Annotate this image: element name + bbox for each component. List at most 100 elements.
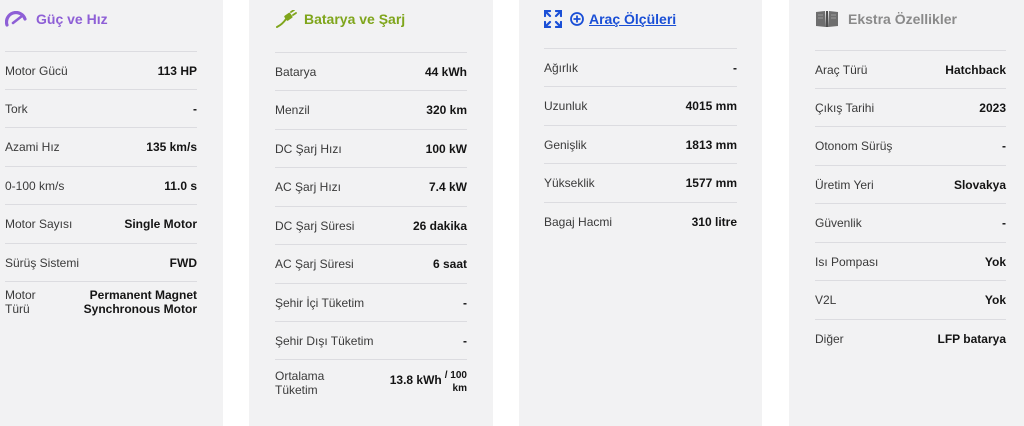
spec-label: Sürüş Sistemi (5, 255, 80, 270)
spec-label: Üretim Yeri (815, 177, 874, 192)
plus-circle-icon[interactable] (570, 12, 584, 26)
spec-label: Motor Sayısı (5, 216, 73, 231)
spec-value: 113 HP (157, 63, 197, 78)
spec-value: 11.0 s (164, 178, 197, 193)
battery-charging-card: Batarya ve Şarj Batarya 44 kWh Menzil 32… (249, 0, 493, 426)
spec-value: 4015 mm (685, 98, 737, 113)
spec-value: 44 kWh (424, 64, 467, 79)
spec-row-drive-system: Sürüş Sistemi FWD (5, 243, 197, 281)
spec-value: 310 litre (691, 214, 737, 229)
spec-row-production-place: Üretim Yeri Slovakya (815, 165, 1006, 203)
spec-value: 100 kW (425, 141, 467, 156)
power-speed-card: Güç ve Hız Motor Gücü 113 HP Tork - Azam… (0, 0, 223, 426)
spec-value: Yok (984, 292, 1006, 307)
spec-value: 135 km/s (146, 139, 197, 154)
spec-value: Yok (984, 254, 1006, 269)
spec-value: - (463, 295, 467, 310)
spec-value-line: Synchronous Motor (83, 301, 197, 316)
expand-arrows-icon (543, 9, 563, 29)
spec-row-vehicle-type: Araç Türü Hatchback (815, 50, 1006, 88)
spec-row-city-consumption: Şehir İçi Tüketim - (275, 283, 467, 321)
spec-row-range: Menzil 320 km (275, 90, 467, 128)
spec-value: 13.8 kWh / 100 km (390, 370, 467, 396)
spec-label: Tork (5, 101, 28, 116)
spec-value: 1813 mm (685, 137, 737, 152)
spec-value: Slovakya (953, 177, 1006, 192)
spec-label: Ortalama Tüketim (275, 369, 324, 397)
spec-row-other: Diğer LFP batarya (815, 319, 1006, 357)
spec-value: - (193, 101, 197, 116)
spec-row-top-speed: Azami Hız 135 km/s (5, 127, 197, 165)
spec-value: 2023 (979, 100, 1006, 115)
spec-value: - (1002, 215, 1006, 230)
spec-row-motor-count: Motor Sayısı Single Motor (5, 204, 197, 242)
spec-label: Yükseklik (544, 175, 595, 190)
spec-row-weight: Ağırlık - (544, 48, 737, 86)
spec-row-highway-consumption: Şehir Dışı Tüketim - (275, 321, 467, 359)
spec-value-line: Permanent Magnet (89, 287, 197, 302)
spec-value: - (463, 333, 467, 348)
spec-value-unit-top: / 100 (444, 369, 467, 381)
spec-row-trunk-volume: Bagaj Hacmi 310 litre (544, 202, 737, 240)
spec-row-ac-charge-rate: AC Şarj Hızı 7.4 kW (275, 167, 467, 205)
spec-label: Diğer (815, 331, 844, 346)
spec-value-unit: / 100 km (445, 370, 467, 396)
spec-row-release-date: Çıkış Tarihi 2023 (815, 88, 1006, 126)
speedometer-icon (4, 10, 27, 27)
spec-row-torque: Tork - (5, 89, 197, 127)
spec-label: Isı Pompası (815, 254, 879, 269)
spec-label: Azami Hız (5, 139, 60, 154)
spec-row-dc-charge-rate: DC Şarj Hızı 100 kW (275, 129, 467, 167)
spec-label: Uzunluk (544, 98, 588, 113)
spec-row-v2l: V2L Yok (815, 280, 1006, 318)
card-header: Araç Ölçüleri (543, 0, 762, 38)
spec-row-length: Uzunluk 4015 mm (544, 86, 737, 124)
spec-label: Şehir İçi Tüketim (275, 295, 365, 310)
spec-value: 320 km (426, 102, 467, 117)
spec-label: DC Şarj Süresi (275, 218, 355, 233)
spec-label: Otonom Sürüş (815, 138, 893, 153)
spec-value: FWD (169, 255, 197, 270)
spec-label: AC Şarj Hızı (275, 179, 342, 194)
spec-label: Çıkış Tarihi (815, 100, 875, 115)
spec-value: - (1002, 138, 1006, 153)
spec-value: 26 dakika (412, 218, 467, 233)
spec-value: Permanent Magnet Synchronous Motor (84, 288, 197, 316)
spec-value: LFP batarya (937, 331, 1006, 346)
spec-row-dc-charge-time: DC Şarj Süresi 26 dakika (275, 206, 467, 244)
card-header: Ekstra Özellikler (815, 0, 1024, 38)
spec-label-line: Türü (5, 301, 30, 316)
card-title-link[interactable]: Araç Ölçüleri (589, 11, 676, 27)
spec-label: Bagaj Hacmi (544, 214, 613, 229)
spec-label: Batarya (275, 64, 317, 79)
spec-value: 7.4 kW (428, 179, 467, 194)
spec-value: - (733, 60, 737, 75)
spec-value-unit-bottom: km (452, 382, 467, 394)
spec-row-heat-pump: Isı Pompası Yok (815, 242, 1006, 280)
spec-label: Genişlik (544, 137, 587, 152)
spec-row-autonomous-driving: Otonom Sürüş - (815, 126, 1006, 164)
charging-plug-icon (275, 9, 297, 28)
spec-row-avg-consumption: Ortalama Tüketim 13.8 kWh / 100 km (275, 359, 467, 405)
spec-label: Araç Türü (815, 62, 868, 77)
extra-features-card: Ekstra Özellikler Araç Türü Hatchback Çı… (789, 0, 1024, 426)
spec-row-motor-type: Motor Türü Permanent Magnet Synchronous … (5, 281, 197, 321)
spec-label-line: Motor (5, 287, 36, 302)
spec-value: Hatchback (945, 62, 1006, 77)
card-header: Güç ve Hız (4, 0, 223, 38)
spec-row-ac-charge-time: AC Şarj Süresi 6 saat (275, 244, 467, 282)
spec-row-width: Genişlik 1813 mm (544, 125, 737, 163)
spec-row-safety: Güvenlik - (815, 203, 1006, 241)
spec-value: Single Motor (124, 216, 197, 231)
spec-label: Motor Türü (5, 288, 36, 316)
card-header: Batarya ve Şarj (275, 0, 493, 38)
spec-row-height: Yükseklik 1577 mm (544, 163, 737, 201)
book-icon (815, 10, 839, 28)
card-title: Ekstra Özellikler (848, 11, 957, 27)
spec-value: 6 saat (432, 256, 467, 271)
spec-label: Motor Gücü (5, 63, 68, 78)
spec-label: DC Şarj Hızı (275, 141, 342, 156)
dimensions-card: Araç Ölçüleri Ağırlık - Uzunluk 4015 mm … (519, 0, 762, 426)
card-title: Batarya ve Şarj (304, 11, 406, 27)
spec-label: V2L (815, 292, 837, 307)
